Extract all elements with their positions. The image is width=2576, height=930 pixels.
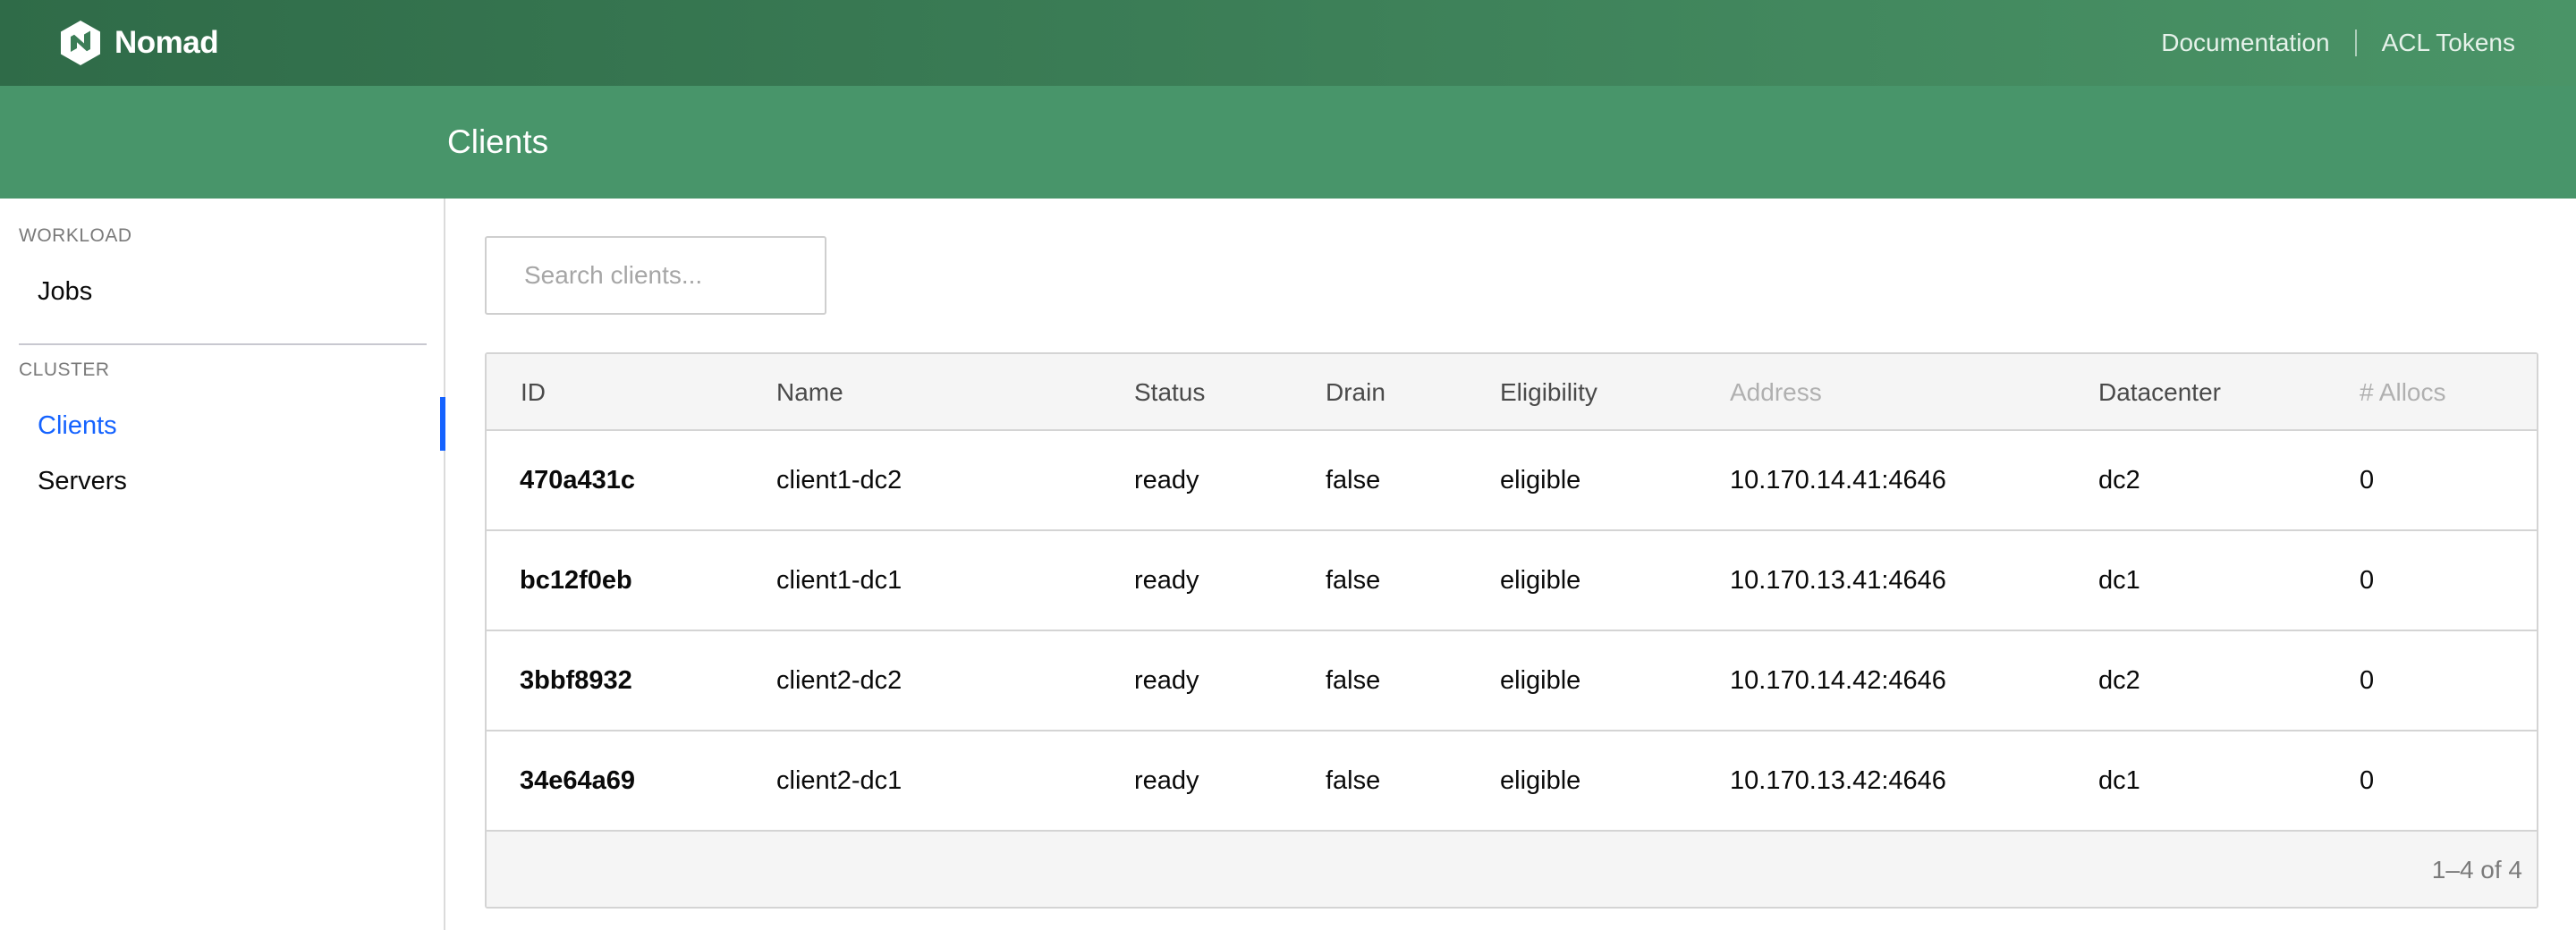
search-box <box>485 236 826 315</box>
cell-datacenter: dc1 <box>2098 766 2140 795</box>
cell-id[interactable]: 470a431c <box>520 431 635 529</box>
cell-eligibility: eligible <box>1500 566 1581 595</box>
brand-name: Nomad <box>114 25 219 60</box>
top-navbar: Nomad Documentation ACL Tokens <box>0 0 2576 86</box>
sidebar-item-clients[interactable]: Clients <box>38 411 117 441</box>
column-header-address: Address <box>1730 378 1822 406</box>
cell-name: client2-dc2 <box>776 666 902 695</box>
cell-datacenter: dc1 <box>2098 566 2140 595</box>
page-header: Clients <box>0 86 2576 199</box>
clients-table: ID Name Status Drain Eligibility Address… <box>485 352 2538 909</box>
cell-eligibility: eligible <box>1500 766 1581 795</box>
column-header-status[interactable]: Status <box>1134 354 1205 431</box>
sidebar-item-servers[interactable]: Servers <box>38 467 127 496</box>
column-header-datacenter[interactable]: Datacenter <box>2098 354 2221 431</box>
cell-status: ready <box>1134 566 1199 595</box>
sidebar-active-indicator <box>440 397 445 451</box>
cell-drain: false <box>1326 566 1381 595</box>
nomad-logo-link[interactable]: Nomad <box>59 0 219 86</box>
sidebar-item-jobs[interactable]: Jobs <box>38 277 92 307</box>
table-row[interactable]: 3bbf8932 client2-dc2 ready false eligibl… <box>487 631 2537 731</box>
column-header-eligibility[interactable]: Eligibility <box>1500 354 1597 431</box>
cell-drain: false <box>1326 766 1381 795</box>
cell-eligibility: eligible <box>1500 666 1581 695</box>
table-row[interactable]: 470a431c client1-dc2 ready false eligibl… <box>487 431 2537 531</box>
navbar-links: Documentation ACL Tokens <box>2161 0 2515 86</box>
cell-address: 10.170.13.42:4646 <box>1730 766 1946 795</box>
cell-address: 10.170.14.42:4646 <box>1730 666 1946 695</box>
cell-datacenter: dc2 <box>2098 666 2140 695</box>
column-header-name[interactable]: Name <box>776 354 843 431</box>
cell-status: ready <box>1134 666 1199 695</box>
cell-status: ready <box>1134 466 1199 495</box>
sidebar-label-cluster: CLUSTER <box>19 359 110 380</box>
column-header-allocs: # Allocs <box>2360 378 2446 406</box>
cell-id[interactable]: 34e64a69 <box>520 731 635 830</box>
documentation-link[interactable]: Documentation <box>2161 29 2329 57</box>
table-footer: 1–4 of 4 <box>487 832 2537 907</box>
cell-allocs: 0 <box>2360 466 2375 495</box>
cell-drain: false <box>1326 666 1381 695</box>
sidebar: WORKLOAD Jobs CLUSTER Clients Servers <box>0 199 445 930</box>
table-row[interactable]: bc12f0eb client1-dc1 ready false eligibl… <box>487 531 2537 631</box>
cell-name: client1-dc2 <box>776 466 902 495</box>
table-row[interactable]: 34e64a69 client2-dc1 ready false eligibl… <box>487 731 2537 832</box>
pagination-info: 1–4 of 4 <box>2431 856 2522 884</box>
cell-allocs: 0 <box>2360 566 2375 595</box>
cell-allocs: 0 <box>2360 766 2375 795</box>
search-input[interactable] <box>487 238 825 313</box>
cell-name: client1-dc1 <box>776 566 902 595</box>
acl-tokens-link[interactable]: ACL Tokens <box>2382 29 2515 57</box>
cell-id[interactable]: bc12f0eb <box>520 531 632 630</box>
cell-allocs: 0 <box>2360 666 2375 695</box>
sidebar-divider <box>19 343 427 345</box>
cell-drain: false <box>1326 466 1381 495</box>
nomad-logo-icon <box>61 21 100 65</box>
cell-address: 10.170.13.41:4646 <box>1730 566 1946 595</box>
column-header-id[interactable]: ID <box>521 354 546 431</box>
cell-datacenter: dc2 <box>2098 466 2140 495</box>
column-header-drain[interactable]: Drain <box>1326 354 1385 431</box>
table-header: ID Name Status Drain Eligibility Address… <box>487 354 2537 431</box>
sidebar-label-workload: WORKLOAD <box>19 225 132 246</box>
cell-status: ready <box>1134 766 1199 795</box>
cell-id[interactable]: 3bbf8932 <box>520 631 632 730</box>
page-title: Clients <box>447 123 549 160</box>
cell-name: client2-dc1 <box>776 766 902 795</box>
navbar-separator <box>2354 30 2357 56</box>
cell-address: 10.170.14.41:4646 <box>1730 466 1946 495</box>
cell-eligibility: eligible <box>1500 466 1581 495</box>
